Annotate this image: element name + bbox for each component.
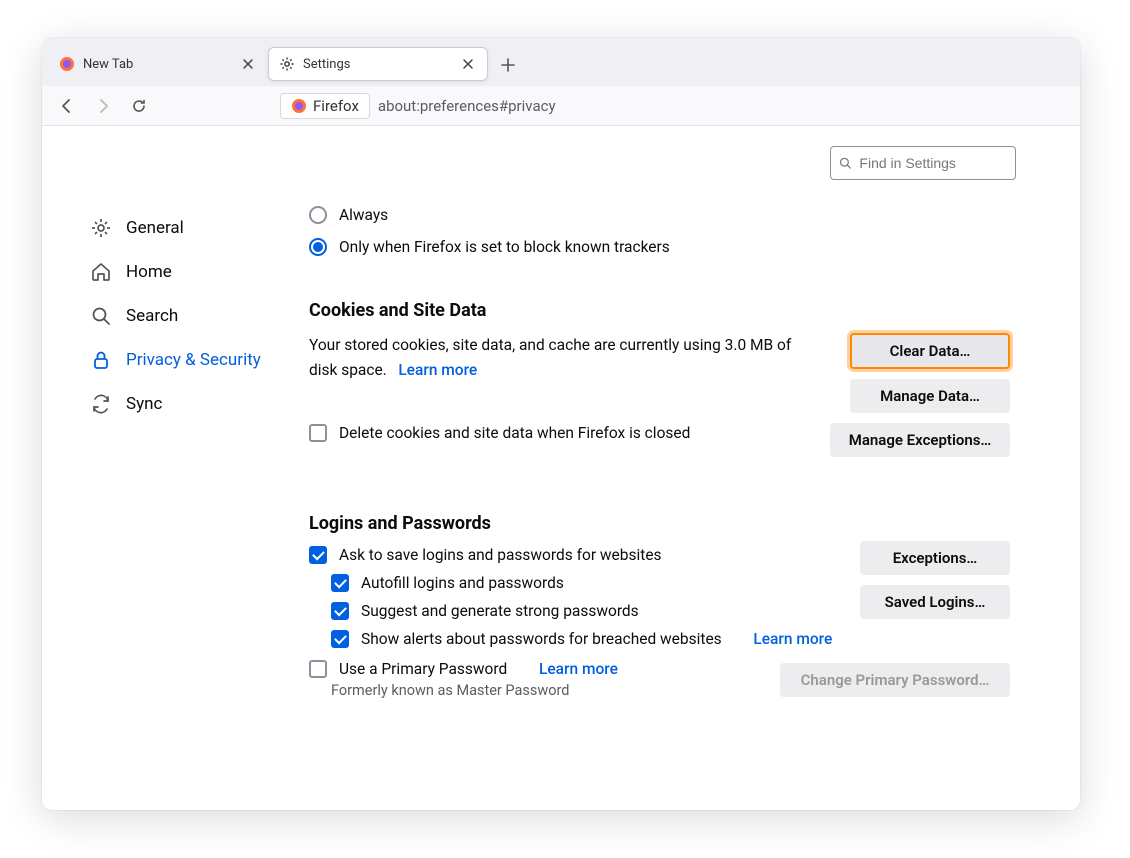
new-tab-button[interactable] [494,51,522,79]
gear-icon [279,56,295,72]
cookies-heading: Cookies and Site Data [309,300,1010,321]
close-icon[interactable] [239,55,257,73]
settings-content: General Home Search Privacy & Security [42,126,1080,810]
tab-strip: New Tab Settings [42,38,1080,86]
sync-icon [90,393,112,415]
reload-button[interactable] [124,91,154,121]
sidebar-item-sync[interactable]: Sync [82,382,309,426]
sidebar-item-label: Home [126,262,172,282]
url-text: about:preferences#privacy [378,97,556,115]
lock-icon [90,349,112,371]
sidebar-item-label: Sync [126,394,162,414]
sidebar-item-label: General [126,218,184,238]
browser-window: New Tab Settings [42,38,1080,810]
nav-toolbar: Firefox about:preferences#privacy [42,86,1080,126]
checkbox-autofill[interactable] [331,574,349,592]
tab-new-tab[interactable]: New Tab [48,47,268,81]
tab-label: New Tab [83,57,231,72]
settings-search[interactable] [830,146,1016,180]
sidebar-item-general[interactable]: General [82,206,309,250]
sidebar-item-search[interactable]: Search [82,294,309,338]
primary-learn-more-link[interactable]: Learn more [539,660,618,678]
tab-settings[interactable]: Settings [268,47,488,81]
firefox-icon [59,56,75,72]
tab-label: Settings [303,57,451,72]
checkbox-delete-on-close[interactable] [309,424,327,442]
manage-data-button[interactable]: Manage Data… [850,379,1010,413]
cookies-description: Your stored cookies, site data, and cach… [309,336,791,379]
checkbox-primary-password-label: Use a Primary Password [339,660,507,678]
search-icon [90,305,112,327]
checkbox-breach-alerts[interactable] [331,630,349,648]
settings-sidebar: General Home Search Privacy & Security [42,126,309,810]
breach-learn-more-link[interactable]: Learn more [753,630,832,648]
clear-data-button[interactable]: Clear Data… [850,333,1010,369]
radio-only-trackers[interactable] [309,238,327,256]
gear-icon [90,217,112,239]
settings-panel: Always Only when Firefox is set to block… [309,126,1080,810]
sidebar-item-label: Search [126,306,178,326]
sidebar-item-privacy[interactable]: Privacy & Security [82,338,309,382]
identity-box[interactable]: Firefox [280,93,370,119]
search-icon [839,156,851,170]
checkbox-primary-password[interactable] [309,660,327,678]
sidebar-item-home[interactable]: Home [82,250,309,294]
sidebar-item-label: Privacy & Security [126,350,261,370]
checkbox-delete-on-close-label: Delete cookies and site data when Firefo… [339,421,690,446]
checkbox-autofill-label: Autofill logins and passwords [361,574,564,592]
radio-only-trackers-label: Only when Firefox is set to block known … [339,238,670,256]
close-icon[interactable] [459,55,477,73]
primary-password-hint: Formerly known as Master Password [331,682,760,699]
manage-exceptions-button[interactable]: Manage Exceptions… [830,423,1010,457]
forward-button[interactable] [88,91,118,121]
change-primary-password-button[interactable]: Change Primary Password… [780,663,1010,697]
cookies-learn-more-link[interactable]: Learn more [398,361,477,379]
url-bar[interactable]: Firefox about:preferences#privacy [280,93,1070,119]
checkbox-suggest-label: Suggest and generate strong passwords [361,602,639,620]
checkbox-ask-save[interactable] [309,546,327,564]
logins-exceptions-button[interactable]: Exceptions… [860,541,1010,575]
settings-search-input[interactable] [857,154,1007,172]
checkbox-suggest[interactable] [331,602,349,620]
identity-label: Firefox [313,97,359,115]
saved-logins-button[interactable]: Saved Logins… [860,585,1010,619]
logins-heading: Logins and Passwords [309,513,1010,534]
firefox-icon [291,98,307,114]
checkbox-breach-alerts-label: Show alerts about passwords for breached… [361,630,722,648]
back-button[interactable] [52,91,82,121]
home-icon [90,261,112,283]
radio-always-label: Always [339,206,388,224]
radio-always[interactable] [309,206,327,224]
checkbox-ask-save-label: Ask to save logins and passwords for web… [339,546,662,564]
